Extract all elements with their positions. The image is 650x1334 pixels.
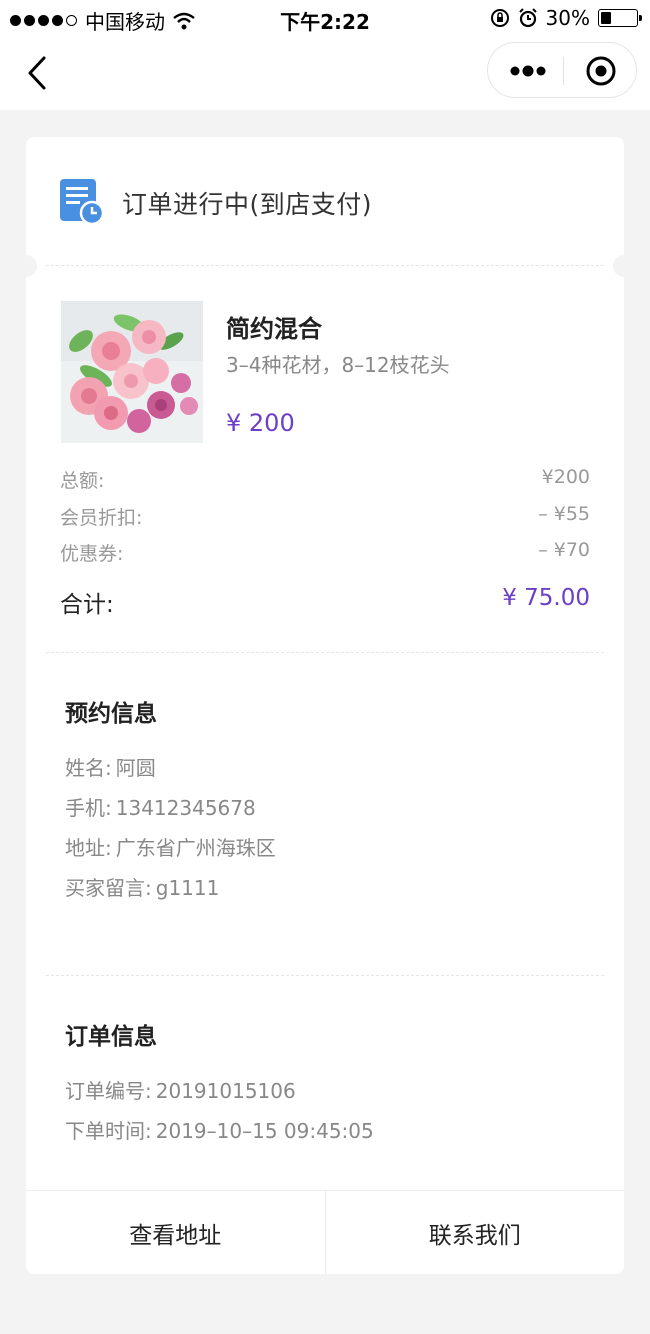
- fee-row-total: 总额: ¥200: [60, 466, 590, 493]
- product-description: 3–4种花材，8–12枝花头: [226, 353, 450, 377]
- info-value: 2019–10–15 09:45:05: [155, 1119, 374, 1143]
- reservation-name: 姓名: 阿圆: [65, 752, 156, 781]
- rotation-lock-icon: [490, 9, 509, 27]
- info-label: 手机:: [65, 796, 112, 820]
- more-dots-icon[interactable]: [510, 63, 546, 79]
- nav-bar: [0, 36, 650, 110]
- info-value: 13412345678: [115, 796, 256, 820]
- total-value: ¥ 75.00: [502, 585, 590, 611]
- order-number: 订单编号: 20191015106: [65, 1075, 296, 1104]
- view-address-button[interactable]: 查看地址: [26, 1191, 325, 1274]
- divider: [46, 265, 604, 266]
- ticket-notch-right: [613, 255, 635, 277]
- product-price: ¥ 200: [226, 409, 295, 437]
- order-status-header: 订单进行中(到店支付): [26, 137, 624, 265]
- capsule-divider: [563, 57, 564, 85]
- close-target-icon[interactable]: [585, 55, 617, 87]
- back-button[interactable]: [22, 54, 52, 92]
- reservation-address: 地址: 广东省广州海珠区: [65, 832, 276, 861]
- info-label: 下单时间:: [65, 1119, 152, 1143]
- card-footer: 查看地址 联系我们: [26, 1190, 624, 1274]
- order-info-title: 订单信息: [65, 1024, 157, 1050]
- total-row: 合计: ¥ 75.00: [60, 585, 590, 619]
- status-bar: 中国移动 下午2:22 30%: [0, 0, 650, 36]
- ticket-notch-left: [15, 255, 37, 277]
- document-clock-icon: [60, 179, 104, 225]
- info-label: 地址:: [65, 836, 112, 860]
- mini-program-capsule: [487, 42, 637, 98]
- divider: [46, 975, 604, 976]
- divider: [46, 652, 604, 653]
- info-value: 阿圆: [115, 756, 156, 780]
- fee-label: 优惠券:: [60, 543, 124, 565]
- info-value: 广东省广州海珠区: [115, 836, 276, 860]
- info-value: 20191015106: [155, 1079, 296, 1103]
- reservation-title: 预约信息: [65, 701, 157, 727]
- order-card: 订单进行中(到店支付) 简约混合 3–4种花材，8–12枝花头 ¥ 200 总额…: [15, 137, 635, 1274]
- reservation-phone: 手机: 13412345678: [65, 792, 256, 821]
- fee-row-member-discount: 会员折扣: – ¥55: [60, 503, 590, 530]
- fee-value: – ¥70: [538, 539, 590, 561]
- total-label: 合计:: [60, 592, 114, 618]
- alarm-icon: [518, 8, 537, 28]
- contact-us-button[interactable]: 联系我们: [324, 1191, 625, 1274]
- info-label: 买家留言:: [65, 876, 152, 900]
- order-status-text: 订单进行中(到店支付): [122, 190, 373, 219]
- info-value: g1111: [155, 876, 220, 900]
- battery-percent: 30%: [545, 6, 590, 30]
- product-image[interactable]: [61, 301, 203, 443]
- reservation-message: 买家留言: g1111: [65, 872, 219, 901]
- info-label: 姓名:: [65, 756, 112, 780]
- status-right: 30%: [490, 6, 642, 30]
- fee-value: – ¥55: [538, 503, 590, 525]
- product-name: 简约混合: [226, 315, 322, 343]
- fee-row-coupon: 优惠券: – ¥70: [60, 539, 590, 566]
- fee-value: ¥200: [541, 466, 590, 488]
- fee-label: 总额:: [60, 470, 105, 492]
- fee-label: 会员折扣:: [60, 507, 143, 529]
- battery-icon: [598, 9, 642, 27]
- info-label: 订单编号:: [65, 1079, 152, 1103]
- order-time: 下单时间: 2019–10–15 09:45:05: [65, 1115, 374, 1144]
